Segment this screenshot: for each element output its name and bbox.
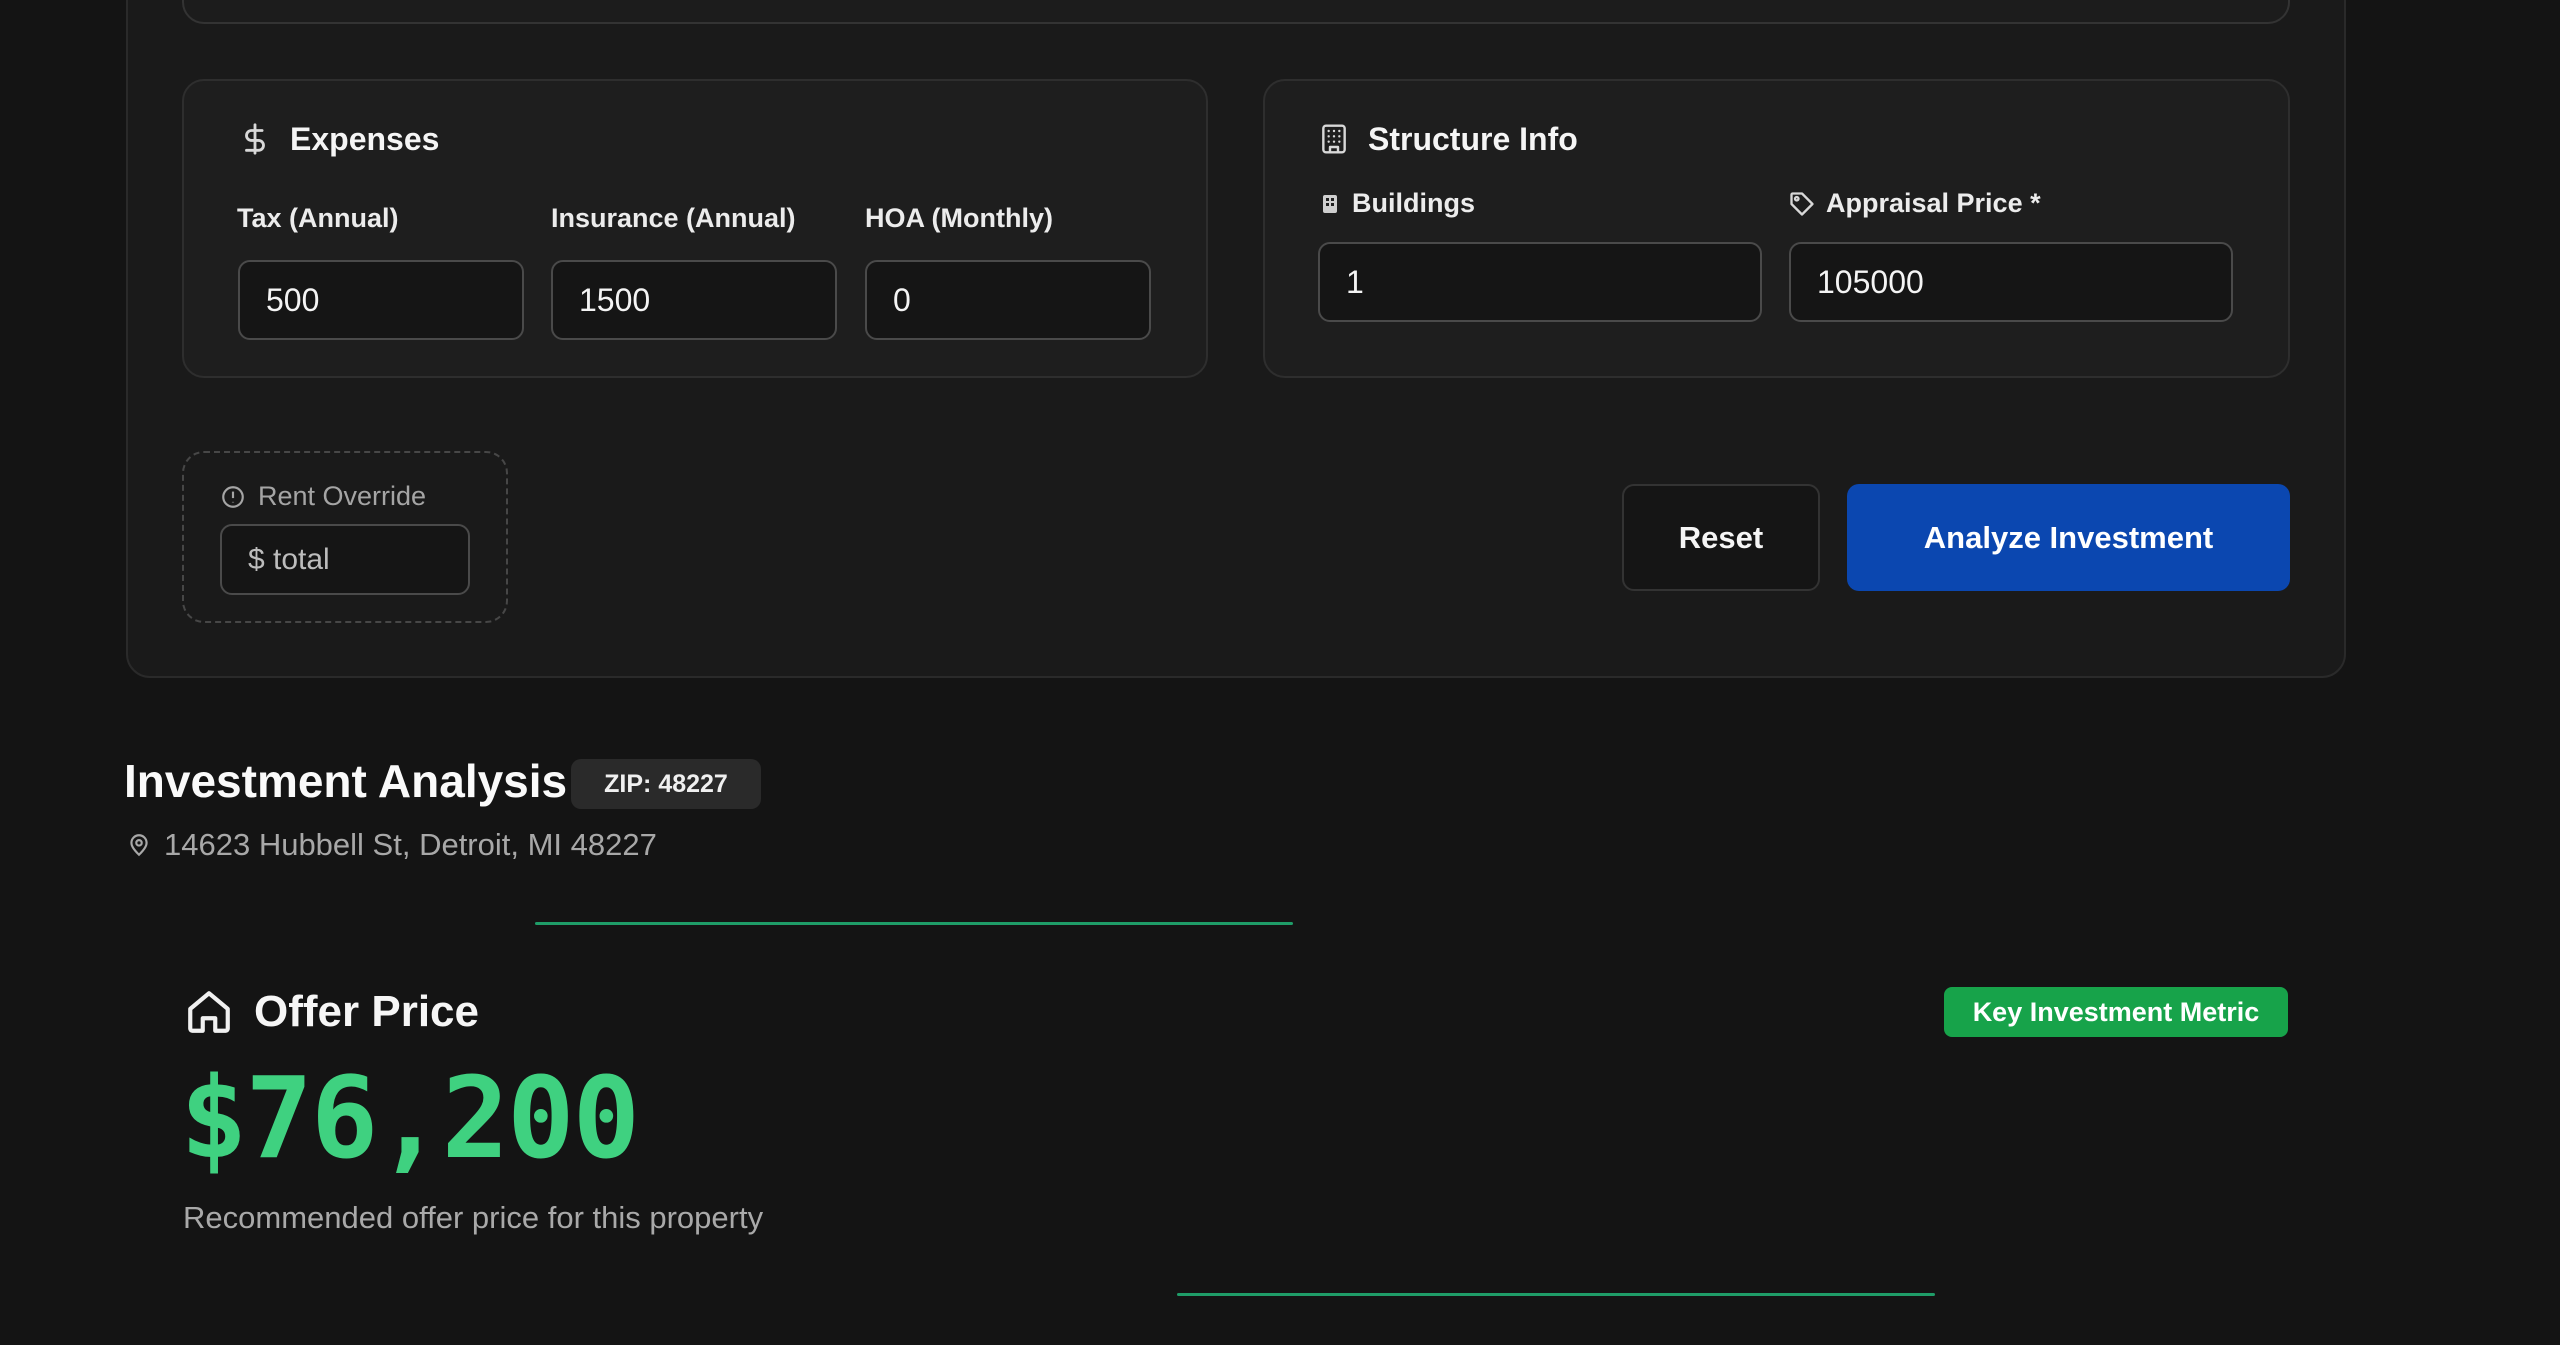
insurance-label: Insurance (Annual): [551, 203, 796, 233]
offer-price-title: Offer Price: [184, 984, 479, 1040]
key-investment-metric-badge: Key Investment Metric: [1944, 987, 2288, 1037]
buildings-input[interactable]: 1: [1318, 242, 1762, 322]
building-icon: [1318, 121, 1350, 157]
accent-line-top: [535, 922, 1293, 925]
reset-button[interactable]: Reset: [1622, 484, 1820, 591]
rent-override-label-text: Rent Override: [258, 481, 427, 511]
structure-info-title-text: Structure Info: [1368, 120, 1578, 157]
buildings-label-text: Buildings: [1352, 188, 1475, 218]
investment-analysis-title: Investment Analysis: [124, 755, 568, 807]
building-small-icon: [1318, 191, 1342, 217]
rent-override-input[interactable]: $ total: [220, 524, 470, 595]
property-address-text: 14623 Hubbell St, Detroit, MI 48227: [164, 827, 657, 862]
insurance-input[interactable]: 1500: [551, 260, 837, 340]
home-icon: [184, 987, 234, 1037]
property-address: 14623 Hubbell St, Detroit, MI 48227: [126, 827, 657, 863]
tax-input[interactable]: 500: [238, 260, 524, 340]
analyze-investment-button[interactable]: Analyze Investment: [1847, 484, 2290, 591]
appraisal-price-input[interactable]: 105000: [1789, 242, 2233, 322]
structure-info-title: Structure Info: [1318, 116, 1578, 162]
hoa-label: HOA (Monthly): [865, 203, 1053, 233]
map-pin-icon: [126, 831, 152, 859]
appraisal-price-label: Appraisal Price *: [1788, 188, 2041, 219]
appraisal-price-label-text: Appraisal Price *: [1826, 188, 2041, 218]
offer-price-title-text: Offer Price: [254, 987, 479, 1036]
offer-price-value: $76,200: [180, 1054, 640, 1184]
dollar-icon: [238, 120, 272, 158]
tag-icon: [1788, 190, 1816, 218]
expenses-title: Expenses: [238, 116, 439, 162]
tax-label: Tax (Annual): [237, 203, 399, 233]
offer-price-description: Recommended offer price for this propert…: [183, 1200, 764, 1235]
info-circle-icon: [220, 484, 246, 510]
hoa-input[interactable]: 0: [865, 260, 1151, 340]
accent-line-bottom: [1177, 1293, 1935, 1296]
previous-section-card: [182, 0, 2290, 24]
expenses-title-text: Expenses: [290, 120, 440, 157]
rent-override-label: Rent Override: [220, 481, 426, 512]
buildings-label: Buildings: [1318, 188, 1475, 219]
zip-badge: ZIP: 48227: [571, 759, 761, 809]
